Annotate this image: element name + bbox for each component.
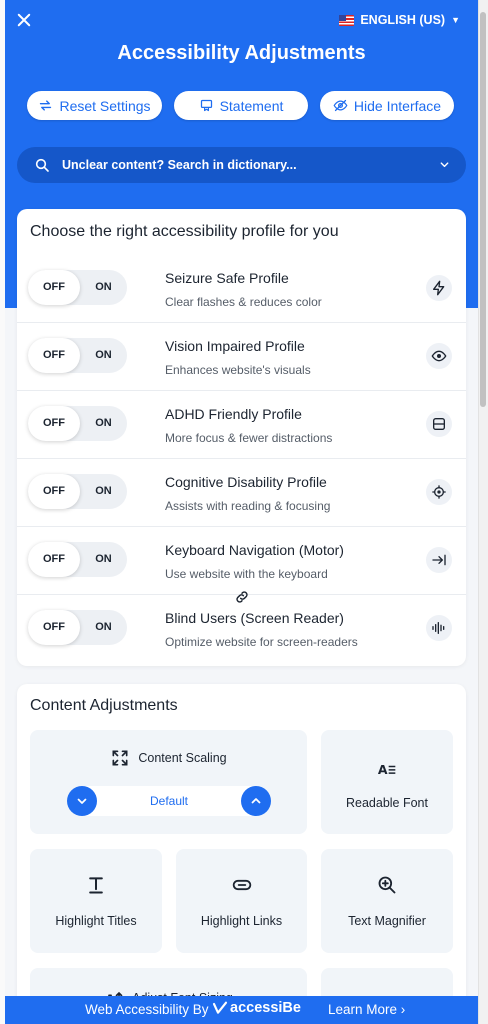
accessibility-panel: ENGLISH (US) ▼ Accessibility Adjustments… [5, 0, 478, 1024]
accessibe-logo-icon [212, 1001, 228, 1014]
brand-name: accessiBe [230, 1000, 301, 1016]
profile-row-keyboard: OFF ON Keyboard Navigation (Motor) Use we… [17, 527, 466, 595]
profile-toggle-adhd[interactable]: OFF ON [28, 406, 127, 441]
reset-settings-button[interactable]: Reset Settings [27, 91, 162, 120]
search-icon [35, 158, 49, 172]
eye-icon [426, 343, 452, 369]
magnifier-plus-icon [376, 874, 398, 896]
increase-scaling-button[interactable] [241, 786, 271, 816]
link-chain-icon [231, 874, 253, 896]
highlight-links-tile[interactable]: Highlight Links [176, 849, 307, 953]
link-cursor-icon [236, 591, 248, 603]
scrollbar-thumb[interactable] [480, 12, 486, 407]
profile-description: Clear flashes & reduces color [165, 295, 322, 309]
lightning-icon [426, 275, 452, 301]
toggle-off-label: OFF [43, 417, 65, 429]
highlight-titles-label: Highlight Titles [55, 914, 137, 928]
profile-description: Enhances website's visuals [165, 363, 311, 377]
highlight-titles-tile[interactable]: Highlight Titles [30, 849, 162, 953]
svg-text:A: A [378, 762, 388, 777]
statement-button[interactable]: Statement [174, 91, 308, 120]
profile-name: ADHD Friendly Profile [165, 406, 302, 422]
profile-name: Vision Impaired Profile [165, 338, 305, 354]
search-input[interactable]: Unclear content? Search in dictionary... [62, 158, 297, 172]
profile-description: Optimize website for screen-readers [165, 635, 358, 649]
footer-bar: Web Accessibility By accessiBe Learn Mor… [5, 996, 478, 1024]
text-magnifier-tile[interactable]: Text Magnifier [321, 849, 453, 953]
chevron-up-icon [251, 798, 261, 804]
toggle-off-label: OFF [43, 621, 65, 633]
page-scrollbar[interactable] [478, 0, 488, 1024]
toggle-on-label: ON [95, 417, 112, 429]
dictionary-search[interactable]: Unclear content? Search in dictionary... [17, 147, 466, 183]
toggle-on-label: ON [95, 281, 112, 293]
readable-font-tile[interactable]: A Readable Font [321, 730, 453, 834]
close-icon [17, 13, 31, 27]
profile-description: Use website with the keyboard [165, 567, 328, 581]
content-scaling-label: Content Scaling [138, 751, 227, 765]
profile-row-cognitive: OFF ON Cognitive Disability Profile Assis… [17, 459, 466, 527]
reset-arrows-icon [40, 100, 52, 111]
profile-row-vision: OFF ON Vision Impaired Profile Enhances w… [17, 323, 466, 391]
profile-row-adhd: OFF ON ADHD Friendly Profile More focus &… [17, 391, 466, 459]
profile-toggle-vision[interactable]: OFF ON [28, 338, 127, 373]
content-adjustments-card: Content Adjustments Content Scaling Defa… [17, 684, 466, 1024]
target-icon [426, 479, 452, 505]
expand-arrows-icon [112, 750, 128, 766]
eye-slash-icon [333, 99, 348, 112]
language-selector[interactable]: ENGLISH (US) ▼ [339, 10, 460, 30]
audio-wave-icon [426, 615, 452, 641]
profile-toggle-seizure[interactable]: OFF ON [28, 270, 127, 305]
toggle-off-label: OFF [43, 349, 65, 361]
profile-description: Assists with reading & focusing [165, 499, 331, 513]
hide-interface-label: Hide Interface [353, 97, 442, 114]
profile-name: Cognitive Disability Profile [165, 474, 327, 490]
chevron-down-icon [77, 798, 87, 804]
content-title: Content Adjustments [30, 697, 178, 714]
content-scaling-value: Default [149, 794, 189, 808]
toggle-on-label: ON [95, 553, 112, 565]
us-flag-icon [339, 14, 355, 26]
toggle-on-label: ON [95, 621, 112, 633]
toggle-off-label: OFF [43, 553, 65, 565]
profile-row-seizure: OFF ON Seizure Safe Profile Clear flashes… [17, 255, 466, 323]
readable-font-label: Readable Font [345, 796, 428, 810]
decrease-scaling-button[interactable] [67, 786, 97, 816]
profile-description: More focus & fewer distractions [165, 431, 333, 445]
toggle-on-label: ON [95, 349, 112, 361]
highlight-links-label: Highlight Links [200, 914, 283, 928]
chevron-down-icon: ▼ [451, 15, 460, 25]
text-magnifier-label: Text Magnifier [348, 914, 426, 928]
profile-toggle-screen-reader[interactable]: OFF ON [28, 610, 127, 645]
content-scaling-header: Content Scaling [30, 748, 307, 768]
profile-toggle-cognitive[interactable]: OFF ON [28, 474, 127, 509]
profile-row-screen-reader: OFF ON Blind Users (Screen Reader) Optimi… [17, 595, 466, 663]
profile-name: Blind Users (Screen Reader) [165, 610, 344, 626]
arrow-tab-icon [426, 547, 452, 573]
profile-toggle-keyboard[interactable]: OFF ON [28, 542, 127, 577]
reset-settings-label: Reset Settings [59, 97, 151, 114]
chevron-down-icon [440, 162, 449, 168]
toggle-off-label: OFF [43, 485, 65, 497]
readable-font-icon: A [376, 758, 398, 780]
profile-name: Keyboard Navigation (Motor) [165, 542, 344, 558]
profile-name: Seizure Safe Profile [165, 270, 289, 286]
focus-frame-icon [426, 411, 452, 437]
learn-more-link[interactable]: Learn More › [328, 1002, 405, 1017]
statement-badge-icon [200, 99, 212, 112]
close-button[interactable] [13, 9, 35, 31]
panel-title: Accessibility Adjustments [117, 42, 366, 64]
hide-interface-button[interactable]: Hide Interface [320, 91, 454, 120]
footer-label: Web Accessibility By [85, 1002, 209, 1017]
toggle-on-label: ON [95, 485, 112, 497]
profiles-title: Choose the right accessibility profile f… [30, 223, 339, 240]
content-scaling-tile: Content Scaling Default [30, 730, 307, 834]
statement-label: Statement [219, 97, 284, 114]
toggle-off-label: OFF [43, 281, 65, 293]
title-t-icon [85, 874, 107, 896]
accessibe-brand-link[interactable]: accessiBe [212, 1000, 301, 1016]
profiles-card: Choose the right accessibility profile f… [17, 209, 466, 666]
language-label: ENGLISH (US) [360, 13, 446, 27]
content-scaling-stepper: Default [67, 786, 271, 816]
